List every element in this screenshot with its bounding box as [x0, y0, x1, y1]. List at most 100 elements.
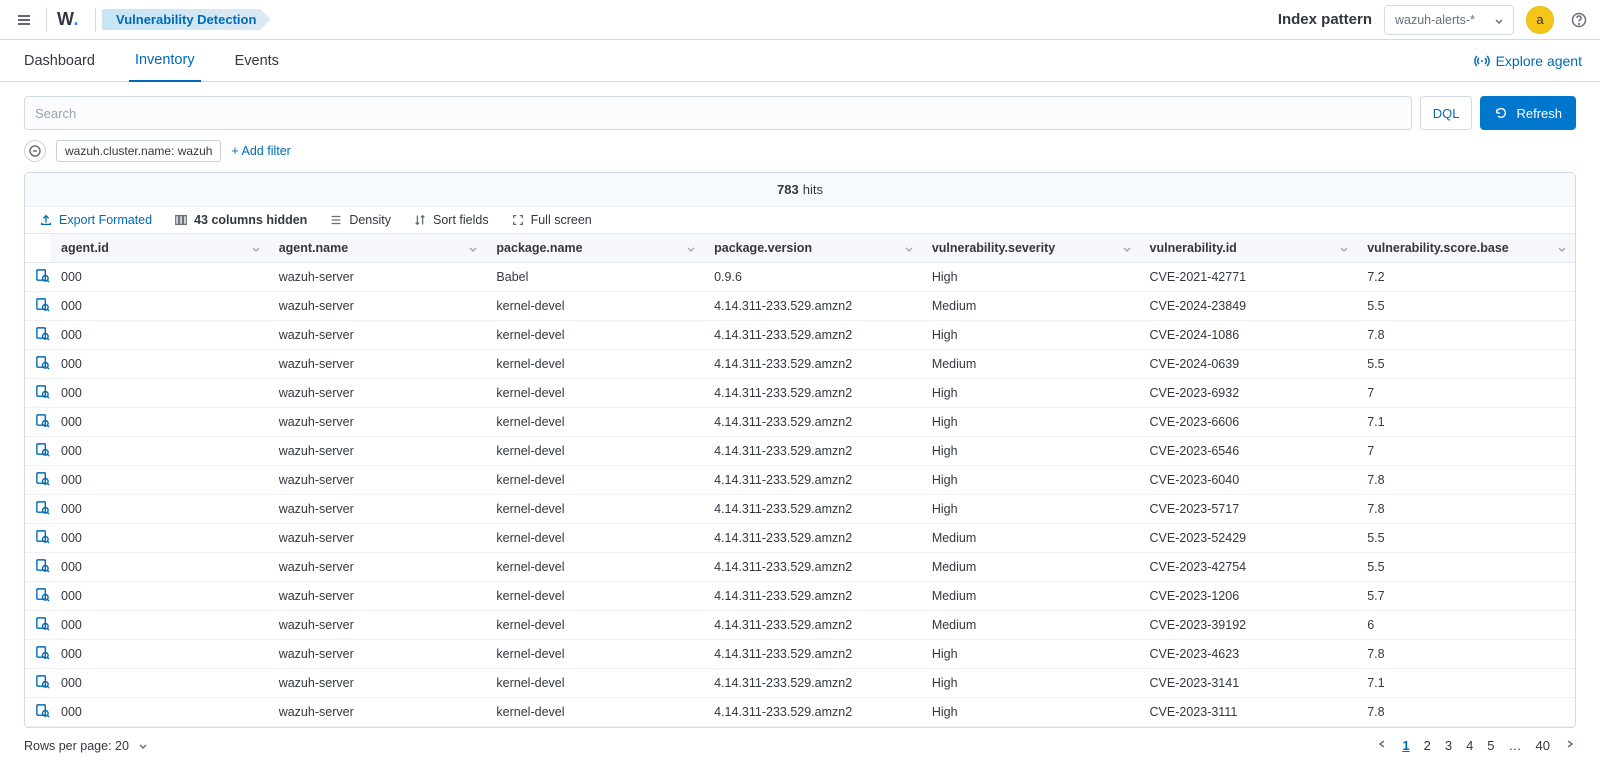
tab-dashboard[interactable]: Dashboard — [18, 40, 101, 82]
rows-per-page[interactable]: Rows per page: 20 — [24, 739, 149, 753]
column-header[interactable]: vulnerability.severity — [922, 234, 1140, 263]
cell: 000 — [51, 669, 269, 698]
refresh-button[interactable]: Refresh — [1480, 96, 1576, 130]
index-pattern-select[interactable]: wazuh-alerts-* — [1384, 5, 1514, 35]
column-header[interactable]: vulnerability.score.base — [1357, 234, 1575, 263]
inspect-doc[interactable] — [25, 263, 51, 292]
dql-button[interactable]: DQL — [1420, 96, 1473, 130]
inspect-doc[interactable] — [25, 495, 51, 524]
table-row[interactable]: 000wazuh-serverkernel-devel4.14.311-233.… — [25, 350, 1575, 379]
cell: Medium — [922, 524, 1140, 553]
cell: CVE-2023-3141 — [1140, 669, 1358, 698]
column-header[interactable]: vulnerability.id — [1140, 234, 1358, 263]
columns-icon — [174, 213, 188, 227]
hits-label: hits — [803, 182, 823, 197]
cell: CVE-2023-52429 — [1140, 524, 1358, 553]
column-header[interactable]: package.name — [486, 234, 704, 263]
sort-fields[interactable]: Sort fields — [413, 213, 489, 227]
inspect-doc[interactable] — [25, 669, 51, 698]
add-filter[interactable]: + Add filter — [231, 144, 290, 158]
table-row[interactable]: 000wazuh-serverkernel-devel4.14.311-233.… — [25, 698, 1575, 727]
table-row[interactable]: 000wazuh-serverkernel-devel4.14.311-233.… — [25, 669, 1575, 698]
cell: High — [922, 408, 1140, 437]
page-number[interactable]: 2 — [1424, 738, 1431, 753]
table-row[interactable]: 000wazuh-serverkernel-devel4.14.311-233.… — [25, 582, 1575, 611]
table-row[interactable]: 000wazuh-serverkernel-devel4.14.311-233.… — [25, 321, 1575, 350]
cell: 7 — [1357, 379, 1575, 408]
inspect-doc[interactable] — [25, 611, 51, 640]
top-bar: W. Vulnerability Detection Index pattern… — [0, 0, 1600, 40]
cell: 000 — [51, 292, 269, 321]
inspect-doc[interactable] — [25, 640, 51, 669]
table-row[interactable]: 000wazuh-serverkernel-devel4.14.311-233.… — [25, 292, 1575, 321]
table-row[interactable]: 000wazuh-serverkernel-devel4.14.311-233.… — [25, 379, 1575, 408]
cell: wazuh-server — [269, 350, 487, 379]
tab-inventory[interactable]: Inventory — [129, 40, 201, 82]
cell: CVE-2023-6546 — [1140, 437, 1358, 466]
cell: 000 — [51, 379, 269, 408]
chevron-down-icon — [137, 740, 149, 752]
page-number[interactable]: 4 — [1466, 738, 1473, 753]
table-row[interactable]: 000wazuh-serverkernel-devel4.14.311-233.… — [25, 408, 1575, 437]
inspect-doc[interactable] — [25, 582, 51, 611]
table-row[interactable]: 000wazuh-serverkernel-devel4.14.311-233.… — [25, 640, 1575, 669]
cell: High — [922, 321, 1140, 350]
avatar[interactable]: a — [1526, 6, 1554, 34]
cell: 4.14.311-233.529.amzn2 — [704, 669, 922, 698]
density-control[interactable]: Density — [329, 213, 391, 227]
cell: 4.14.311-233.529.amzn2 — [704, 437, 922, 466]
page-next[interactable] — [1564, 738, 1576, 753]
table-row[interactable]: 000wazuh-serverkernel-devel4.14.311-233.… — [25, 524, 1575, 553]
inspect-doc[interactable] — [25, 524, 51, 553]
help-icon[interactable] — [1566, 12, 1592, 28]
inspect-doc[interactable] — [25, 553, 51, 582]
table-row[interactable]: 000wazuh-serverkernel-devel4.14.311-233.… — [25, 553, 1575, 582]
cell: 4.14.311-233.529.amzn2 — [704, 553, 922, 582]
page-prev[interactable] — [1376, 738, 1388, 753]
export-icon — [39, 213, 53, 227]
full-screen[interactable]: Full screen — [511, 213, 592, 227]
inspect-doc[interactable] — [25, 321, 51, 350]
sort-icon — [413, 213, 427, 227]
cell: wazuh-server — [269, 495, 487, 524]
page-number[interactable]: … — [1509, 738, 1522, 753]
cell: kernel-devel — [486, 408, 704, 437]
page-number[interactable]: 40 — [1536, 738, 1550, 753]
cell: CVE-2023-6606 — [1140, 408, 1358, 437]
inspect-doc[interactable] — [25, 698, 51, 727]
filter-pill[interactable]: wazuh.cluster.name: wazuh — [56, 140, 221, 162]
table-row[interactable]: 000wazuh-serverkernel-devel4.14.311-233.… — [25, 466, 1575, 495]
cell: High — [922, 437, 1140, 466]
tab-events[interactable]: Events — [229, 40, 285, 82]
inspect-doc[interactable] — [25, 408, 51, 437]
inspect-doc[interactable] — [25, 466, 51, 495]
page-number[interactable]: 5 — [1487, 738, 1494, 753]
column-header[interactable]: agent.id — [51, 234, 269, 263]
table-row[interactable]: 000wazuh-serverkernel-devel4.14.311-233.… — [25, 495, 1575, 524]
breadcrumb[interactable]: Vulnerability Detection — [102, 9, 270, 30]
cell: wazuh-server — [269, 698, 487, 727]
inspect-doc[interactable] — [25, 379, 51, 408]
explore-agent[interactable]: Explore agent — [1474, 53, 1582, 69]
inspect-doc[interactable] — [25, 350, 51, 379]
cell: 7.2 — [1357, 263, 1575, 292]
table-row[interactable]: 000wazuh-serverkernel-devel4.14.311-233.… — [25, 437, 1575, 466]
app-logo[interactable]: W. — [57, 9, 79, 30]
menu-toggle[interactable] — [8, 12, 40, 28]
export-formatted[interactable]: Export Formated — [39, 213, 152, 227]
table-row[interactable]: 000wazuh-serverBabel0.9.6HighCVE-2021-42… — [25, 263, 1575, 292]
cell: 4.14.311-233.529.amzn2 — [704, 321, 922, 350]
search-input[interactable]: Search — [24, 96, 1412, 130]
inspect-doc[interactable] — [25, 437, 51, 466]
page-number[interactable]: 1 — [1402, 738, 1409, 753]
chevron-down-icon — [1339, 244, 1349, 254]
filter-toggle[interactable] — [24, 140, 46, 162]
column-header[interactable]: agent.name — [269, 234, 487, 263]
table-row[interactable]: 000wazuh-serverkernel-devel4.14.311-233.… — [25, 611, 1575, 640]
cell: wazuh-server — [269, 437, 487, 466]
cell: CVE-2023-4623 — [1140, 640, 1358, 669]
page-number[interactable]: 3 — [1445, 738, 1452, 753]
columns-hidden[interactable]: 43 columns hidden — [174, 213, 307, 227]
inspect-doc[interactable] — [25, 292, 51, 321]
column-header[interactable]: package.version — [704, 234, 922, 263]
